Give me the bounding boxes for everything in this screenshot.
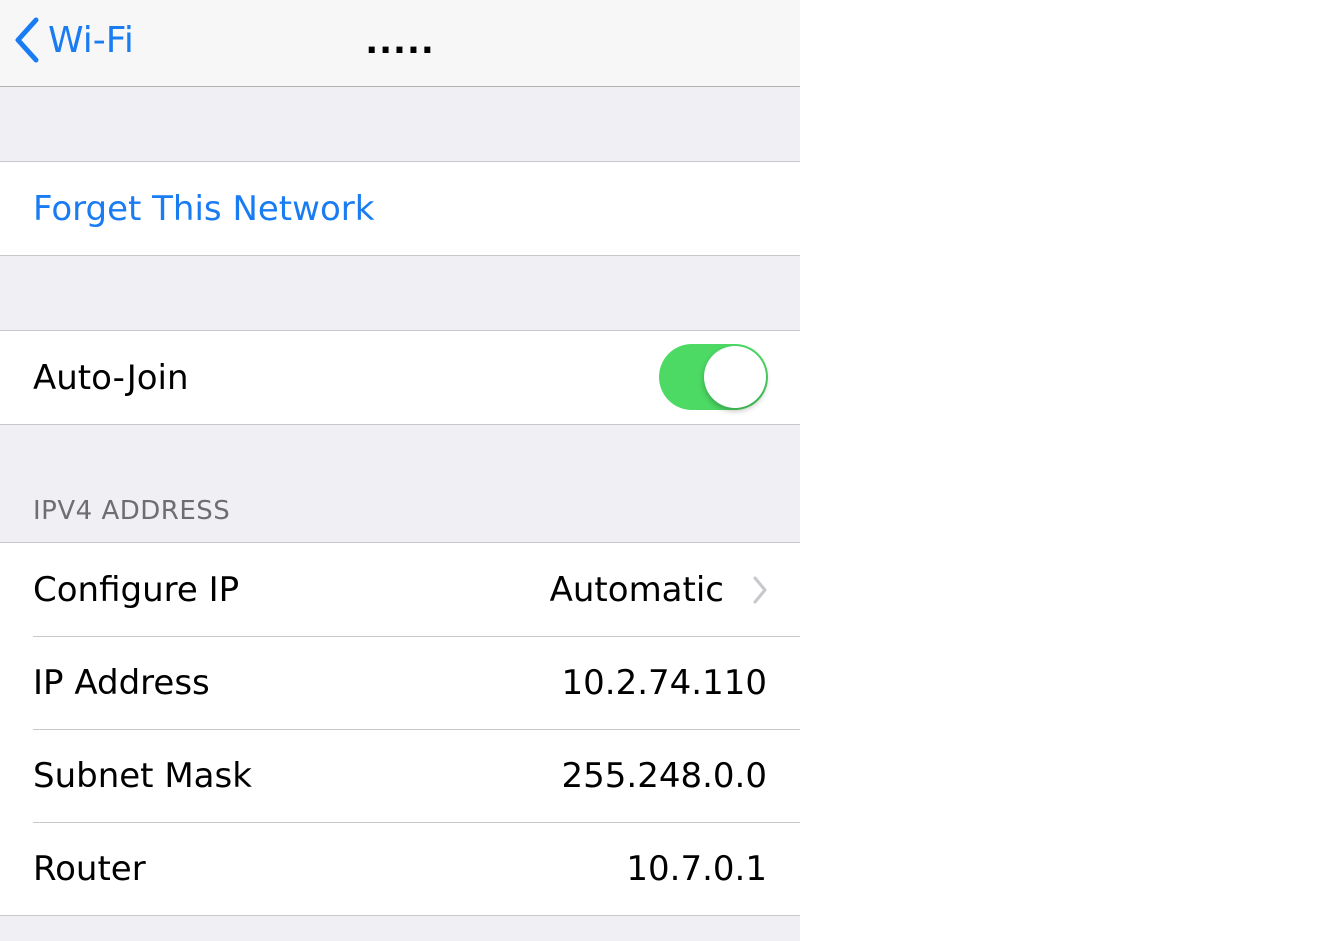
page-title: ..... [365, 22, 435, 62]
ipv4-group: Configure IP Automatic IP Address 10.2.7… [0, 542, 800, 916]
ip-address-label: IP Address [33, 662, 210, 703]
router-value: 10.7.0.1 [626, 848, 767, 889]
configure-ip-value: Automatic [549, 569, 724, 610]
configure-ip-label: Configure IP [33, 569, 240, 610]
forget-network-label: Forget This Network [33, 188, 375, 229]
subnet-mask-label: Subnet Mask [33, 755, 252, 796]
auto-join-toggle[interactable] [659, 344, 768, 410]
auto-join-row: Auto-Join [0, 331, 800, 424]
auto-join-group: Auto-Join [0, 330, 800, 425]
router-label: Router [33, 848, 146, 889]
ip-address-row: IP Address 10.2.74.110 [0, 636, 800, 729]
auto-join-label: Auto-Join [33, 357, 189, 398]
forget-network-button[interactable]: Forget This Network [0, 162, 800, 255]
chevron-right-icon [752, 575, 768, 609]
subnet-mask-value: 255.248.0.0 [561, 755, 767, 796]
forget-network-group: Forget This Network [0, 161, 800, 256]
navigation-bar: Wi-Fi ..... [0, 0, 800, 87]
toggle-knob [704, 346, 766, 408]
subnet-mask-row: Subnet Mask 255.248.0.0 [0, 729, 800, 822]
wifi-network-detail-screen: Wi-Fi ..... Forget This Network Auto-Joi… [0, 0, 800, 941]
configure-ip-row[interactable]: Configure IP Automatic [0, 543, 800, 636]
router-row: Router 10.7.0.1 [0, 822, 800, 915]
ipv4-section-header: IPV4 ADDRESS [33, 496, 231, 526]
ip-address-value: 10.2.74.110 [561, 662, 767, 703]
